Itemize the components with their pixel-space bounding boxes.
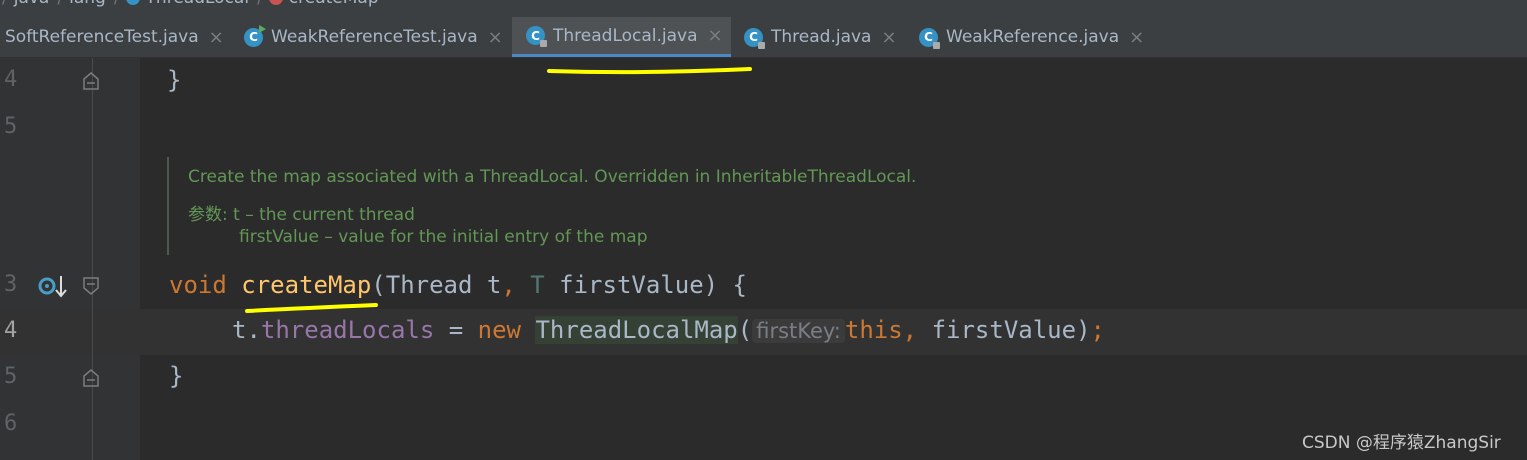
editor-tab-bar: SoftReferenceTest.java × C WeakReference… — [0, 17, 1527, 58]
breadcrumb-item-lang[interactable]: lang — [69, 0, 106, 8]
code-semicolon: ; — [1090, 316, 1105, 344]
method-icon — [268, 0, 283, 5]
line-number: 3 — [4, 272, 18, 297]
breadcrumb-separator: / — [257, 0, 263, 8]
tab-label: ThreadLocal.java — [553, 25, 698, 46]
java-class-icon: C — [919, 27, 940, 49]
fold-start-icon[interactable] — [82, 277, 100, 295]
field-threadlocals[interactable]: threadLocals — [261, 316, 434, 344]
code-args: firstValue) — [917, 316, 1091, 344]
line-number: 4 — [4, 318, 18, 343]
line-number: 5 — [4, 114, 18, 139]
keyword-void: void — [169, 271, 227, 299]
highlight-annotation-mark — [245, 303, 378, 313]
code-line-closing-brace: } — [169, 362, 184, 390]
java-class-icon: C — [526, 26, 547, 47]
tab-softreferencetest[interactable]: SoftReferenceTest.java × — [0, 17, 232, 57]
line-number: 4 — [4, 67, 18, 92]
code-line-assignment: t.threadLocals = new ThreadLocalMap(firs… — [232, 316, 1105, 344]
class-name-threadlocalmap[interactable]: ThreadLocalMap — [535, 316, 738, 344]
java-class-icon: C — [244, 24, 266, 47]
breadcrumb-separator: / — [57, 0, 63, 8]
breadcrumb: / java / lang / ThreadLocal / createMap — [0, 0, 1527, 17]
tab-label: WeakReferenceTest.java — [271, 27, 478, 47]
close-icon[interactable]: × — [488, 27, 503, 48]
type-parameter: T — [530, 271, 545, 299]
close-icon[interactable]: × — [708, 25, 723, 46]
javadoc-param-t: 参数: t – the current thread — [188, 205, 415, 225]
tab-threadlocal[interactable]: C ThreadLocal.java × — [512, 17, 731, 57]
code-params: (Thread t — [371, 271, 502, 299]
code-paren: ( — [737, 316, 753, 344]
code-line-method-signature: void createMap(Thread t, T firstValue) { — [169, 271, 747, 299]
javadoc-description: Create the map associated with a ThreadL… — [188, 167, 917, 187]
tab-weakreference[interactable]: C WeakReference.java × — [905, 17, 1150, 57]
close-icon[interactable]: × — [1129, 27, 1144, 48]
watermark-text: CSDN @程序猿ZhangSir — [1302, 433, 1501, 453]
code-operator: = — [434, 316, 478, 344]
tab-thread[interactable]: C Thread.java × — [731, 17, 905, 57]
rendered-javadoc: Create the map associated with a ThreadL… — [167, 157, 1069, 255]
breadcrumb-separator: / — [114, 0, 120, 8]
javadoc-param-firstvalue: firstValue – value for the initial entry… — [239, 227, 648, 247]
breadcrumb-item-class[interactable]: ThreadLocal — [146, 0, 250, 8]
fold-end-icon[interactable] — [82, 369, 100, 387]
code-line-closing-brace: } — [167, 66, 182, 94]
highlight-annotation-mark — [547, 67, 752, 75]
tab-label: Thread.java — [771, 27, 872, 47]
method-name[interactable]: createMap — [241, 271, 371, 299]
parameter-name-hint: firstKey: — [752, 319, 845, 343]
keyword-this: this, — [844, 316, 918, 344]
override-marker-icon[interactable] — [38, 274, 68, 300]
breadcrumb-separator: / — [2, 0, 8, 8]
code-comma: , — [501, 271, 516, 299]
class-icon — [125, 0, 140, 5]
gutter-divider — [92, 58, 93, 460]
lock-icon — [933, 41, 940, 49]
keyword-new: new — [477, 316, 522, 344]
close-icon[interactable]: × — [209, 27, 224, 48]
breadcrumb-item-method[interactable]: createMap — [289, 0, 379, 8]
tab-weakreferencetest[interactable]: C WeakReferenceTest.java × — [232, 17, 512, 57]
tab-label: SoftReferenceTest.java — [5, 27, 199, 47]
close-icon[interactable]: × — [881, 27, 896, 48]
line-number: 6 — [4, 411, 18, 436]
code-var: t. — [232, 316, 261, 344]
lock-icon — [540, 40, 547, 47]
run-marker-icon — [259, 24, 266, 33]
tab-label: WeakReference.java — [946, 27, 1120, 47]
breadcrumb-item-java[interactable]: java — [14, 0, 50, 8]
fold-end-icon[interactable] — [82, 72, 100, 90]
line-number: 5 — [4, 364, 18, 389]
lock-icon — [758, 41, 765, 49]
code-params-rest: firstValue) { — [544, 271, 747, 299]
java-class-icon: C — [744, 27, 765, 49]
